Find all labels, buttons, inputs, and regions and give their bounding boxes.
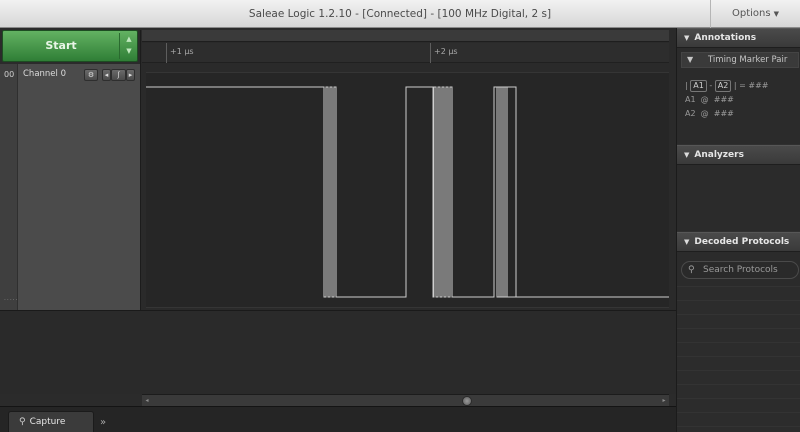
bar-glyph: | [733,81,737,90]
chevron-down-icon: ▼ [126,47,132,55]
timing-marker-label: Timing Marker Pair [708,55,788,65]
window-title: Saleae Logic 1.2.10 - [Connected] - [100… [248,8,552,20]
search-icon: ⚲ [688,265,695,275]
channel-index: 00 [4,70,15,79]
chevron-down-icon: ▼ [773,10,779,18]
side-panel: ▼ Annotations ▼ Timing Marker Pair | A1 -… [676,28,800,432]
channel-waveform-plot[interactable] [146,72,669,308]
capture-tab-label: Capture [29,417,66,427]
options-menu-button[interactable]: Options ▼ [710,0,800,28]
empty-channel-area [0,310,676,394]
graph-top-strip [142,30,669,42]
ruler-tick-label: +1 µs [170,47,194,56]
start-capture-button[interactable]: Start ▲ ▼ [2,30,138,62]
time-ruler[interactable]: +1 µs +2 µs [142,43,669,63]
marker-difference-row: | A1 - A2 | = ### [685,80,769,92]
waveform-svg [146,86,669,298]
channel-settings-button[interactable]: ⚙ [84,69,98,81]
decoded-protocols-header[interactable]: ▼ Decoded Protocols [677,232,800,252]
search-protocols-input[interactable]: ⚲ Search Protocols [681,261,799,279]
bottom-tab-bar: ⚲ Capture » [0,406,676,432]
pin-icon: ▼ [687,55,694,64]
capture-options-spinner[interactable]: ▲ ▼ [121,33,137,59]
annotations-title: Annotations [694,33,757,43]
digital-trace [146,86,669,298]
timing-marker-pair-item[interactable]: ▼ Timing Marker Pair [681,52,799,68]
more-tabs-button[interactable]: » [92,413,114,432]
annotations-header[interactable]: ▼ Annotations [677,28,800,48]
title-bar: Saleae Logic 1.2.10 - [Connected] - [100… [0,0,800,28]
start-divider [119,33,120,59]
horizontal-scrollbar[interactable]: ◂ ▸ [142,394,669,406]
a2-position-row: A2 @ ### [685,109,734,118]
a2-marker-button[interactable]: A2 [714,80,732,92]
rising-edge-icon: ʃ [117,71,120,79]
drag-handle-icon[interactable]: ····· [4,297,19,304]
decoded-protocols-title: Decoded Protocols [694,237,790,247]
search-icon: ⚲ [19,417,26,427]
start-label: Start [45,39,77,52]
chevron-left-icon: ◂ [104,71,109,79]
bar-glyph: | [685,81,688,90]
search-placeholder: Search Protocols [703,265,778,275]
ruler-tick [166,43,167,63]
next-edge-button[interactable]: ▸ [126,69,135,81]
channel-index-column: 00 ····· [0,64,18,310]
scroll-right-icon[interactable]: ▸ [659,395,669,406]
tab-capture[interactable]: ⚲ Capture [8,411,94,432]
decoded-protocols-list[interactable] [677,286,800,432]
collapse-triangle-icon: ▼ [684,34,690,42]
options-label: Options [732,8,771,19]
analyzers-header[interactable]: ▼ Analyzers [677,145,800,165]
collapse-triangle-icon: ▼ [684,151,690,159]
ruler-tick-label: +2 µs [434,47,458,56]
ruler-tick [430,43,431,63]
chevron-up-icon: ▲ [126,35,132,43]
gear-icon: ⚙ [87,71,95,79]
trigger-edge-button[interactable]: ʃ [111,69,126,81]
analyzers-title: Analyzers [694,150,744,160]
channel-row[interactable]: 00 ····· Channel 0 ⚙ ◂ ʃ ▸ [0,64,140,310]
chevron-right-icon: ▸ [128,71,133,79]
difference-value: = ### [739,81,769,90]
a1-position-row: A1 @ ### [685,95,734,104]
analyzers-section [677,165,800,231]
previous-edge-button[interactable]: ◂ [102,69,111,81]
collapse-triangle-icon: ▼ [684,238,690,246]
scroll-left-icon[interactable]: ◂ [142,395,152,406]
scroll-thumb[interactable] [462,396,472,406]
dash-glyph: - [709,81,713,90]
channel-name[interactable]: Channel 0 [23,69,66,79]
a1-marker-button[interactable]: A1 [690,80,707,92]
